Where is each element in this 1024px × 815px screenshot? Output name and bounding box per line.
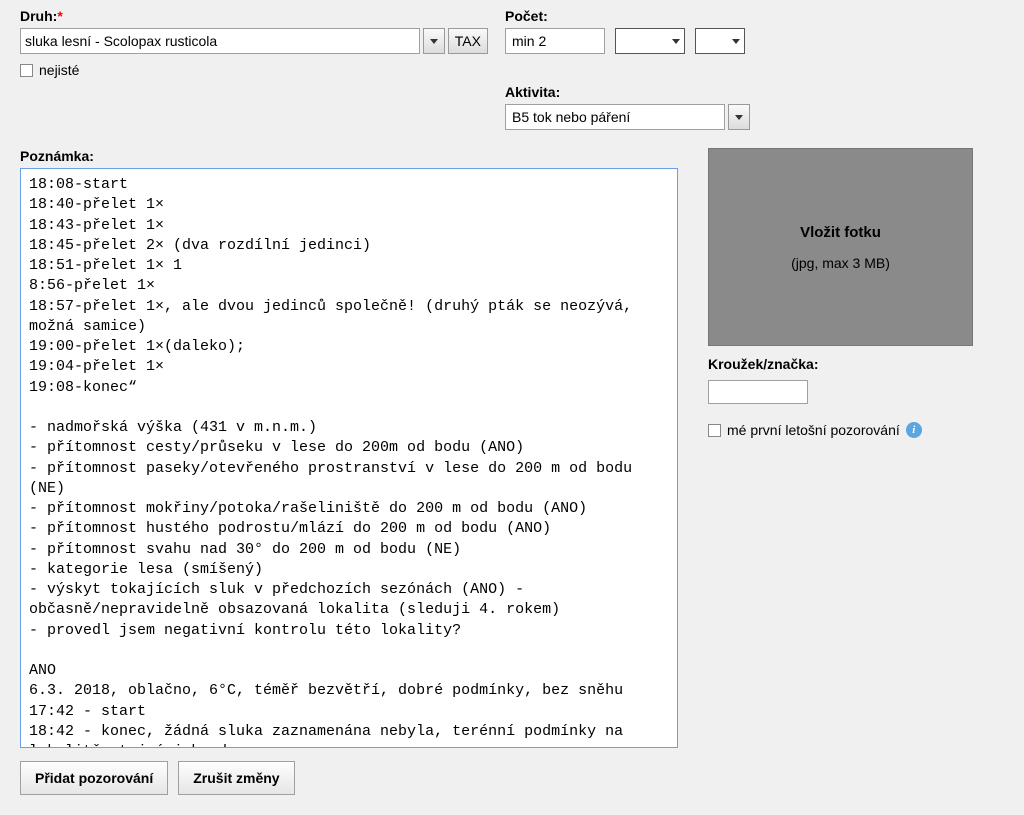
cancel-changes-button[interactable]: Zrušit změny bbox=[178, 761, 294, 795]
info-icon[interactable]: i bbox=[906, 422, 922, 438]
count-unit-select[interactable] bbox=[615, 28, 685, 54]
add-observation-button[interactable]: Přidat pozorování bbox=[20, 761, 168, 795]
note-label: Poznámka: bbox=[20, 148, 678, 164]
action-buttons: Přidat pozorování Zrušit změny bbox=[20, 761, 1004, 795]
note-textarea[interactable] bbox=[20, 168, 678, 748]
photo-upload[interactable]: Vložit fotku (jpg, max 3 MB) bbox=[708, 148, 973, 346]
chevron-down-icon bbox=[430, 39, 438, 44]
count-label: Počet: bbox=[505, 8, 1004, 24]
species-column: Druh:* TAX nejisté bbox=[20, 8, 495, 130]
photo-subtitle: (jpg, max 3 MB) bbox=[791, 255, 890, 271]
note-column: Poznámka: bbox=[20, 148, 678, 751]
photo-title: Vložit fotku bbox=[800, 224, 881, 241]
count-input[interactable] bbox=[505, 28, 605, 54]
uncertain-checkbox[interactable] bbox=[20, 64, 33, 77]
top-row: Druh:* TAX nejisté Počet: Aktivita: bbox=[20, 0, 1004, 130]
activity-label: Aktivita: bbox=[505, 84, 1004, 100]
first-observation-label: mé první letošní pozorování bbox=[727, 422, 900, 438]
first-observation-checkbox[interactable] bbox=[708, 424, 721, 437]
tax-button[interactable]: TAX bbox=[448, 28, 488, 54]
note-row: Poznámka: Vložit fotku (jpg, max 3 MB) K… bbox=[20, 148, 1004, 751]
ring-block: Kroužek/značka: bbox=[708, 356, 1004, 404]
chevron-down-icon bbox=[672, 39, 680, 44]
uncertain-label: nejisté bbox=[39, 62, 79, 78]
species-dropdown-button[interactable] bbox=[423, 28, 445, 54]
activity-block: Aktivita: bbox=[505, 84, 1004, 130]
side-column: Vložit fotku (jpg, max 3 MB) Kroužek/zna… bbox=[708, 148, 1004, 751]
chevron-down-icon bbox=[732, 39, 740, 44]
activity-dropdown-button[interactable] bbox=[728, 104, 750, 130]
chevron-down-icon bbox=[735, 115, 743, 120]
activity-select[interactable] bbox=[505, 104, 725, 130]
observation-form: Druh:* TAX nejisté Počet: Aktivita: bbox=[0, 0, 1024, 815]
count-activity-column: Počet: Aktivita: bbox=[505, 8, 1004, 130]
species-input[interactable] bbox=[20, 28, 420, 54]
count-extra-select[interactable] bbox=[695, 28, 745, 54]
first-observation-row: mé první letošní pozorování i bbox=[708, 422, 1004, 438]
ring-input[interactable] bbox=[708, 380, 808, 404]
ring-label: Kroužek/značka: bbox=[708, 356, 1004, 372]
uncertain-row: nejisté bbox=[20, 62, 495, 78]
species-label: Druh:* bbox=[20, 8, 495, 24]
